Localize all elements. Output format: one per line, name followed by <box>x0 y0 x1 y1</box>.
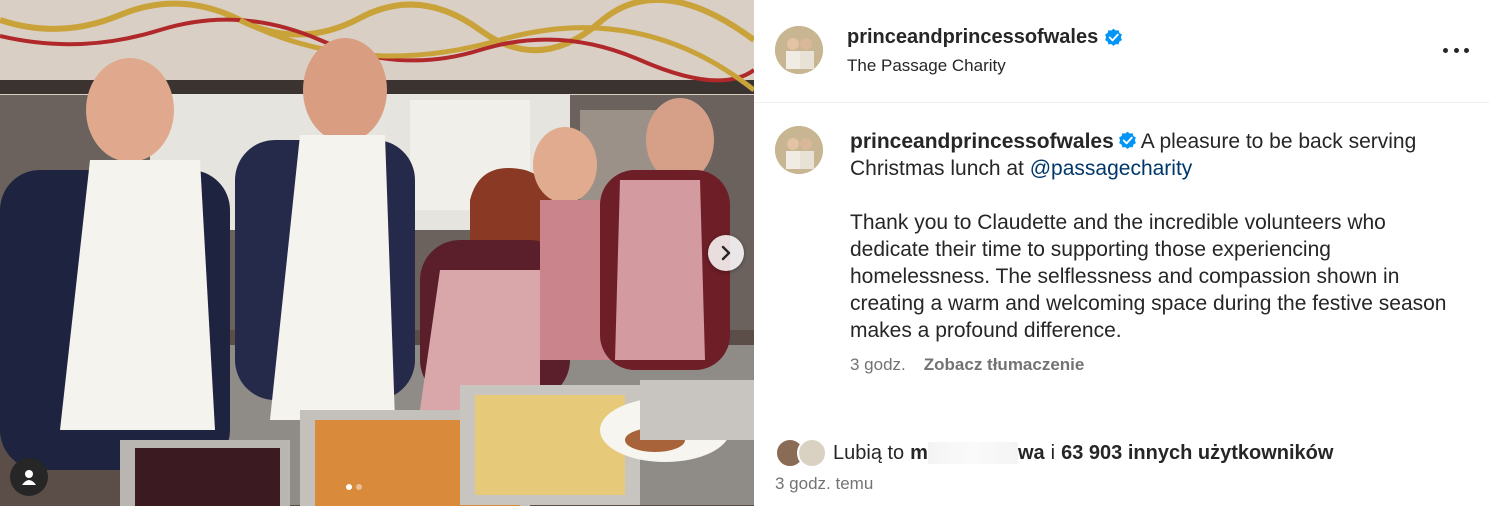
author-name-row: princeandprincessofwales <box>847 26 1123 49</box>
see-translation-button[interactable]: Zobacz tłumaczenie <box>924 355 1085 375</box>
carousel-indicator <box>346 484 362 490</box>
post-location[interactable]: The Passage Charity <box>847 56 1006 76</box>
more-options-icon <box>1464 47 1469 53</box>
liker-name-end: wa <box>1017 441 1045 464</box>
caption-author-avatar[interactable] <box>775 126 823 174</box>
liker-name-start: m <box>910 441 928 464</box>
user-tag-icon <box>22 470 36 485</box>
post-time-ago[interactable]: 3 godz. temu <box>775 474 873 494</box>
likes-count[interactable]: 63 903 innych użytkowników <box>1061 442 1333 465</box>
more-options-button[interactable] <box>1443 38 1469 62</box>
verified-badge-icon <box>1118 131 1136 149</box>
verified-badge-icon <box>1105 28 1123 46</box>
avatar-image <box>775 26 823 74</box>
user-tag-button[interactable] <box>10 458 48 496</box>
likers-avatars[interactable] <box>775 438 827 468</box>
caption-timestamp[interactable]: 3 godz. <box>850 355 906 375</box>
more-options-icon <box>1443 47 1448 53</box>
post-header: princeandprincessofwales The Passage Cha… <box>754 0 1489 103</box>
avatar-image <box>775 126 823 174</box>
photo-scene <box>0 0 754 506</box>
caption-username[interactable]: princeandprincessofwales <box>850 130 1114 153</box>
post-details-panel: princeandprincessofwales The Passage Cha… <box>754 0 1489 506</box>
caption-paragraph-1: princeandprincessofwales A pleasure to b… <box>850 128 1470 182</box>
carousel-dot-active <box>346 484 352 490</box>
liker-username[interactable]: m wa <box>910 441 1045 465</box>
chevron-right-icon <box>721 245 731 261</box>
author-username[interactable]: princeandprincessofwales <box>847 26 1098 49</box>
likes-connector: i <box>1050 441 1056 464</box>
next-slide-button[interactable] <box>708 235 744 271</box>
post-photo[interactable] <box>0 0 754 506</box>
likes-prefix: Lubią to <box>833 441 905 464</box>
carousel-dot <box>356 484 362 490</box>
likes-summary: Lubią to m wa i 63 903 innych użytkownikó… <box>775 438 1333 468</box>
more-options-icon <box>1453 47 1459 53</box>
author-avatar[interactable] <box>775 26 823 74</box>
post-caption: princeandprincessofwales A pleasure to b… <box>850 128 1470 344</box>
redacted-name <box>927 442 1018 465</box>
caption-paragraph-2: Thank you to Claudette and the incredibl… <box>850 211 1447 342</box>
caption-meta: 3 godz. Zobacz tłumaczenie <box>850 355 1084 375</box>
liker-avatar <box>797 438 827 468</box>
caption-mention-link[interactable]: @passagecharity <box>1030 157 1193 180</box>
